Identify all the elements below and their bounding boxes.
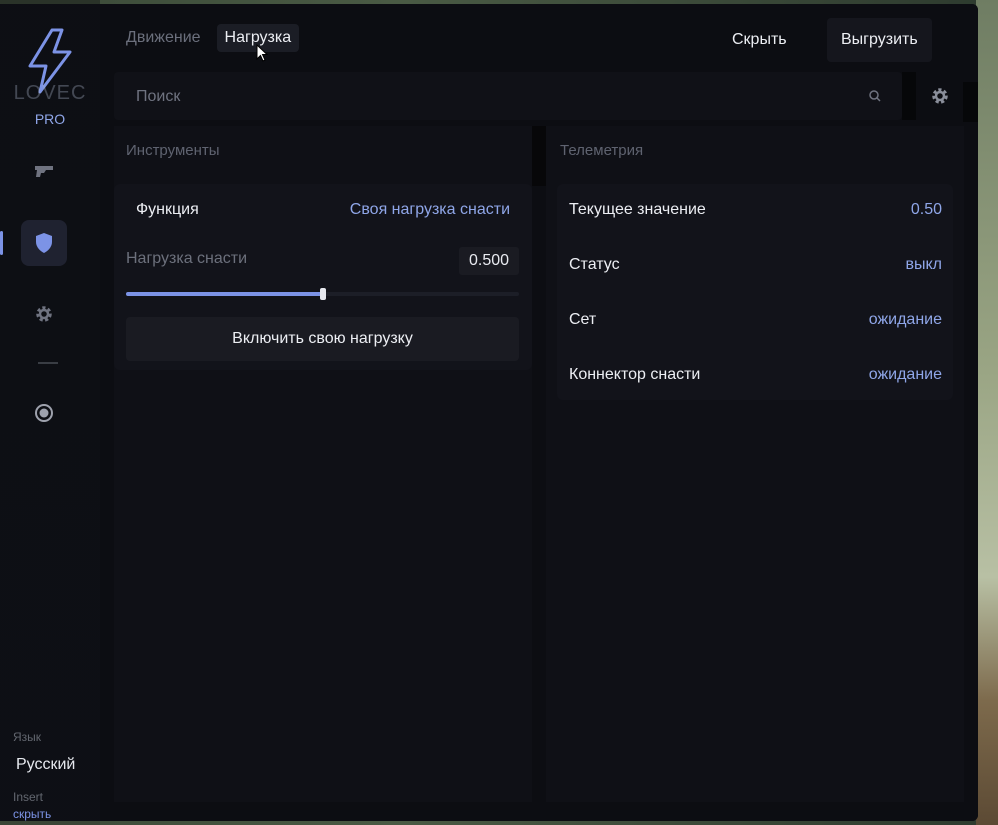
sidebar-active-indicator — [0, 231, 3, 255]
slider-thumb[interactable] — [319, 288, 326, 300]
sidebar-item-load[interactable] — [21, 220, 67, 266]
shield-icon — [36, 233, 52, 253]
mouse-cursor-icon — [256, 44, 269, 62]
sidebar-divider — [38, 362, 58, 364]
telemetry-value: 0.50 — [910, 201, 942, 218]
gun-icon — [35, 166, 53, 177]
sidebar: LOVEC PRO Язык Русский Insert скрыть — [0, 4, 100, 821]
hide-button[interactable]: Скрыть — [718, 18, 801, 62]
search-icon[interactable] — [868, 89, 882, 103]
sidebar-item-weapon[interactable] — [21, 148, 67, 194]
search-input[interactable] — [134, 72, 838, 122]
tab-bar: Движение Нагрузка — [126, 24, 300, 52]
settings-gear-icon[interactable] — [930, 86, 950, 106]
tab-movement[interactable]: Движение — [126, 24, 209, 52]
telemetry-row: Текущее значение 0.50 — [557, 185, 953, 235]
telemetry-label: Сет — [569, 311, 597, 328]
tools-title: Инструменты — [126, 142, 220, 159]
brand-edition: PRO — [34, 111, 66, 127]
function-value[interactable]: Своя нагрузка снасти — [350, 201, 532, 219]
background-scene-right — [976, 0, 998, 825]
brand-name: LOVEC — [13, 82, 87, 104]
telemetry-value: ожидание — [868, 311, 942, 328]
telemetry-label: Текущее значение — [569, 201, 706, 218]
telemetry-label: Статус — [569, 256, 620, 273]
language-label: Язык — [13, 730, 42, 744]
hide-link[interactable]: скрыть — [13, 807, 51, 821]
load-slider[interactable] — [126, 288, 519, 300]
telemetry-label: Коннектор снасти — [569, 366, 701, 383]
language-select[interactable]: Русский — [16, 756, 75, 774]
telemetry-value: ожидание — [868, 366, 942, 383]
search-divider — [902, 72, 916, 120]
gear-icon — [36, 306, 52, 322]
function-row[interactable]: Функция Своя нагрузка снасти — [114, 185, 532, 235]
scrollbar[interactable] — [963, 82, 978, 122]
unload-button[interactable]: Выгрузить — [827, 18, 932, 62]
function-label: Функция — [136, 201, 199, 218]
slider-label: Нагрузка снасти — [126, 250, 248, 267]
telemetry-row: Сет ожидание — [557, 295, 953, 345]
telemetry-row: Коннектор снасти ожидание — [557, 350, 953, 400]
sidebar-item-settings[interactable] — [21, 291, 67, 337]
hotkey-label: Insert — [13, 790, 44, 804]
search-bar — [114, 72, 902, 122]
radio-icon — [35, 404, 53, 422]
telemetry-value: выкл — [905, 256, 942, 273]
telemetry-card: Текущее значение 0.50 Статус выкл Сет ож… — [557, 184, 953, 400]
slider-fill — [126, 292, 323, 296]
telemetry-title: Телеметрия — [560, 142, 644, 159]
column-gap — [532, 126, 546, 186]
sidebar-item-radio[interactable] — [21, 390, 67, 436]
slider-value-input[interactable]: 0.500 — [459, 247, 519, 275]
telemetry-row: Статус выкл — [557, 240, 953, 290]
enable-custom-load-button[interactable]: Включить свою нагрузку — [126, 317, 519, 361]
